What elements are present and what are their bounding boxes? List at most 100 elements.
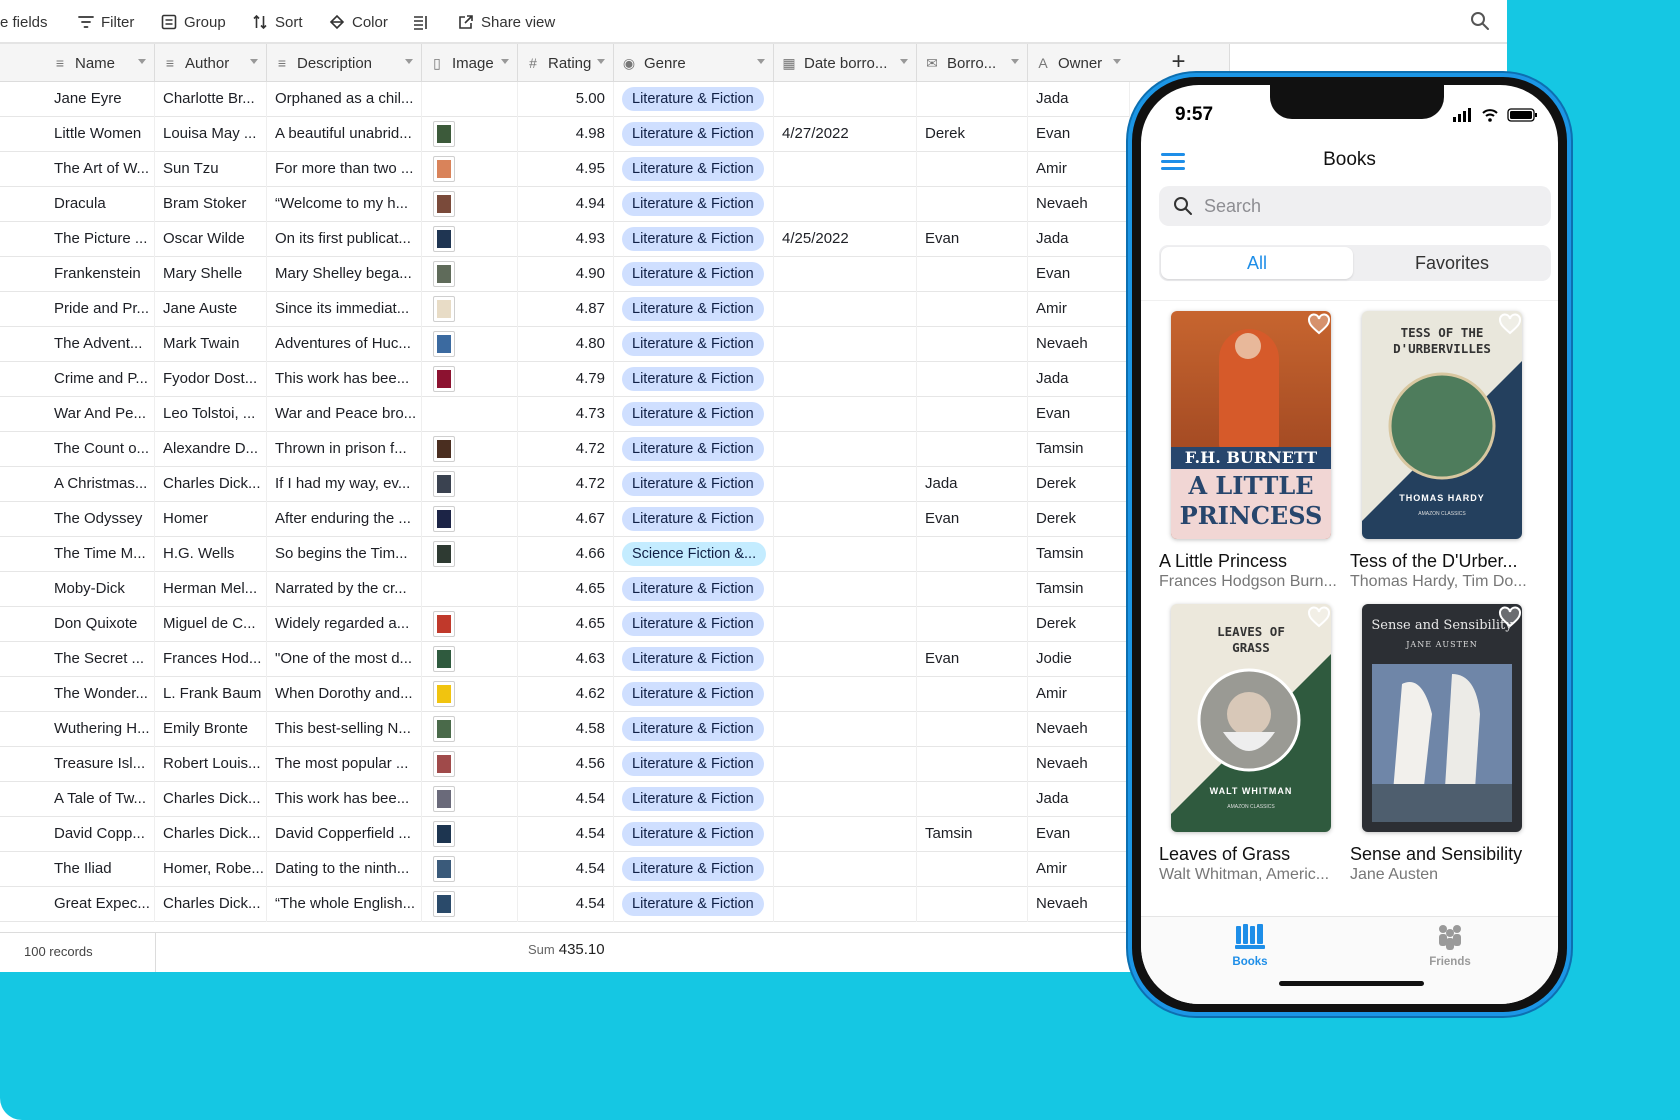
cell-rating[interactable]: 4.93 bbox=[518, 222, 614, 257]
cell-borrower[interactable]: Evan bbox=[917, 642, 1028, 677]
cell-date-borrowed[interactable] bbox=[774, 152, 917, 187]
cell-genre[interactable]: Literature & Fiction bbox=[614, 327, 774, 362]
cell-author[interactable]: Bram Stoker bbox=[155, 187, 267, 222]
cell-owner[interactable]: Evan bbox=[1028, 817, 1130, 852]
table-row[interactable]: Jane Eyre Charlotte Br... Orphaned as a ch… bbox=[0, 82, 1130, 117]
cell-genre[interactable]: Literature & Fiction bbox=[614, 152, 774, 187]
cell-rating[interactable]: 4.54 bbox=[518, 817, 614, 852]
cell-borrower[interactable] bbox=[917, 852, 1028, 887]
book-thumbnail[interactable] bbox=[433, 506, 455, 532]
cell-genre[interactable]: Literature & Fiction bbox=[614, 292, 774, 327]
cell-date-borrowed[interactable]: 4/27/2022 bbox=[774, 117, 917, 152]
cell-date-borrowed[interactable] bbox=[774, 642, 917, 677]
cell-description[interactable]: This work has bee... bbox=[267, 362, 422, 397]
table-row[interactable]: Dracula Bram Stoker “Welcome to my h... 4.9… bbox=[0, 187, 1130, 222]
cell-rating[interactable]: 5.00 bbox=[518, 82, 614, 117]
cell-image[interactable] bbox=[422, 82, 518, 117]
book-thumbnail[interactable] bbox=[433, 541, 455, 567]
cell-name[interactable]: The Advent... bbox=[45, 327, 155, 362]
cell-owner[interactable]: Jada bbox=[1028, 782, 1130, 817]
cell-borrower[interactable]: Jada bbox=[917, 467, 1028, 502]
cell-description[interactable]: Mary Shelley bega... bbox=[267, 257, 422, 292]
cell-description[interactable]: For more than two ... bbox=[267, 152, 422, 187]
book-thumbnail[interactable] bbox=[433, 226, 455, 252]
cell-name[interactable]: The Iliad bbox=[45, 852, 155, 887]
cell-genre[interactable]: Science Fiction &... bbox=[614, 537, 774, 572]
cell-description[interactable]: So begins the Tim... bbox=[267, 537, 422, 572]
cell-author[interactable]: Homer, Robe... bbox=[155, 852, 267, 887]
cell-author[interactable]: Charles Dick... bbox=[155, 782, 267, 817]
cell-genre[interactable]: Literature & Fiction bbox=[614, 607, 774, 642]
cell-borrower[interactable] bbox=[917, 887, 1028, 922]
table-row[interactable]: Crime and P... Fyodor Dost... This work ha… bbox=[0, 362, 1130, 397]
table-row[interactable]: A Tale of Tw... Charles Dick... This work … bbox=[0, 782, 1130, 817]
cell-author[interactable]: Leo Tolstoi, ... bbox=[155, 397, 267, 432]
cell-rating[interactable]: 4.94 bbox=[518, 187, 614, 222]
cell-author[interactable]: Miguel de C... bbox=[155, 607, 267, 642]
cell-date-borrowed[interactable] bbox=[774, 187, 917, 222]
cell-owner[interactable]: Nevaeh bbox=[1028, 187, 1130, 222]
cell-image[interactable] bbox=[422, 117, 518, 152]
book-thumbnail[interactable] bbox=[433, 821, 455, 847]
cell-name[interactable]: Pride and Pr... bbox=[45, 292, 155, 327]
table-row[interactable]: The Secret ... Frances Hod... "One of the … bbox=[0, 642, 1130, 677]
cell-rating[interactable]: 4.95 bbox=[518, 152, 614, 187]
cell-image[interactable] bbox=[422, 537, 518, 572]
cell-author[interactable]: Emily Bronte bbox=[155, 712, 267, 747]
table-row[interactable]: David Copp... Charles Dick... David Copper… bbox=[0, 817, 1130, 852]
cell-name[interactable]: Jane Eyre bbox=[45, 82, 155, 117]
cell-borrower[interactable] bbox=[917, 782, 1028, 817]
cell-image[interactable] bbox=[422, 222, 518, 257]
cell-author[interactable]: Sun Tzu bbox=[155, 152, 267, 187]
cell-name[interactable]: Treasure Isl... bbox=[45, 747, 155, 782]
cell-genre[interactable]: Literature & Fiction bbox=[614, 222, 774, 257]
cell-date-borrowed[interactable] bbox=[774, 82, 917, 117]
cell-author[interactable]: Louisa May ... bbox=[155, 117, 267, 152]
cell-genre[interactable]: Literature & Fiction bbox=[614, 117, 774, 152]
cell-author[interactable]: Frances Hod... bbox=[155, 642, 267, 677]
cell-date-borrowed[interactable] bbox=[774, 467, 917, 502]
table-row[interactable]: Pride and Pr... Jane Auste Since its immed… bbox=[0, 292, 1130, 327]
cell-image[interactable] bbox=[422, 362, 518, 397]
book-thumbnail[interactable] bbox=[433, 786, 455, 812]
cell-image[interactable] bbox=[422, 712, 518, 747]
cell-description[interactable]: Narrated by the cr... bbox=[267, 572, 422, 607]
tab-books[interactable]: Books bbox=[1200, 923, 1300, 968]
book-thumbnail[interactable] bbox=[433, 646, 455, 672]
column-header-genre[interactable]: ◉ Genre bbox=[614, 44, 774, 82]
cell-description[interactable]: Orphaned as a chil... bbox=[267, 82, 422, 117]
cell-author[interactable]: Alexandre D... bbox=[155, 432, 267, 467]
cell-borrower[interactable] bbox=[917, 537, 1028, 572]
cell-image[interactable] bbox=[422, 152, 518, 187]
cell-description[interactable]: Thrown in prison f... bbox=[267, 432, 422, 467]
cell-author[interactable]: Mark Twain bbox=[155, 327, 267, 362]
table-row[interactable]: The Count o... Alexandre D... Thrown in pr… bbox=[0, 432, 1130, 467]
cell-rating[interactable]: 4.67 bbox=[518, 502, 614, 537]
cell-date-borrowed[interactable] bbox=[774, 677, 917, 712]
cell-owner[interactable]: Amir bbox=[1028, 852, 1130, 887]
book-thumbnail[interactable] bbox=[433, 436, 455, 462]
column-header-name[interactable]: ≡ Name bbox=[45, 44, 155, 82]
cell-genre[interactable]: Literature & Fiction bbox=[614, 852, 774, 887]
book-thumbnail[interactable] bbox=[433, 191, 455, 217]
cell-name[interactable]: The Secret ... bbox=[45, 642, 155, 677]
cell-genre[interactable]: Literature & Fiction bbox=[614, 257, 774, 292]
cell-name[interactable]: Moby-Dick bbox=[45, 572, 155, 607]
cell-borrower[interactable] bbox=[917, 362, 1028, 397]
cell-genre[interactable]: Literature & Fiction bbox=[614, 82, 774, 117]
cell-rating[interactable]: 4.65 bbox=[518, 607, 614, 642]
cell-image[interactable] bbox=[422, 782, 518, 817]
cell-owner[interactable]: Amir bbox=[1028, 677, 1130, 712]
cell-date-borrowed[interactable] bbox=[774, 537, 917, 572]
rating-sum[interactable]: Sum 435.10 bbox=[528, 941, 605, 958]
cell-image[interactable] bbox=[422, 677, 518, 712]
cell-author[interactable]: Charles Dick... bbox=[155, 817, 267, 852]
cell-borrower[interactable] bbox=[917, 257, 1028, 292]
cell-author[interactable]: Fyodor Dost... bbox=[155, 362, 267, 397]
cell-description[interactable]: When Dorothy and... bbox=[267, 677, 422, 712]
cell-name[interactable]: Great Expec... bbox=[45, 887, 155, 922]
cell-borrower[interactable]: Evan bbox=[917, 222, 1028, 257]
table-row[interactable]: The Time M... H.G. Wells So begins the Tim… bbox=[0, 537, 1130, 572]
cell-name[interactable]: The Art of W... bbox=[45, 152, 155, 187]
cell-borrower[interactable]: Tamsin bbox=[917, 817, 1028, 852]
